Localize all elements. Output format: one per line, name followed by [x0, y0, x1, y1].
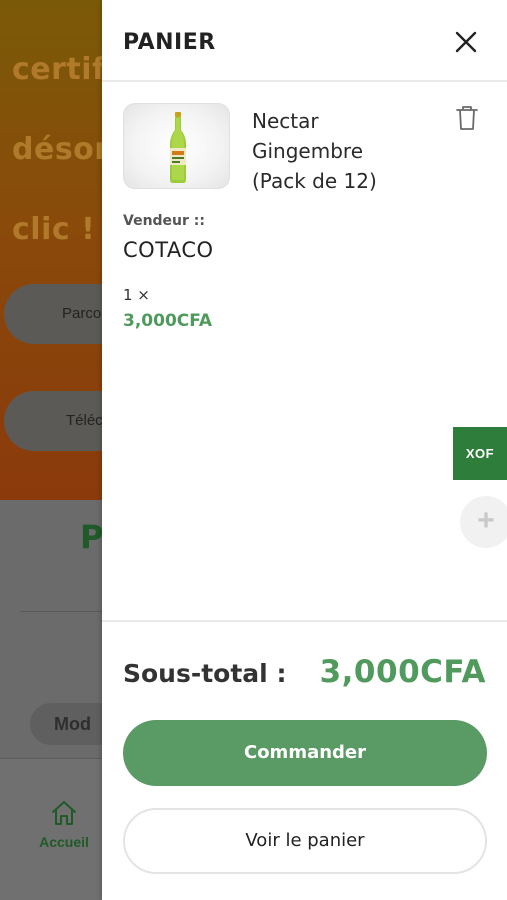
cart-footer: Sous-total : 3,000CFA Commander Voir le … — [102, 620, 507, 900]
nav-label-home: Accueil — [39, 834, 89, 850]
subtotal-value: 3,000CFA — [319, 654, 486, 690]
cart-header: PANIER — [102, 0, 507, 82]
trash-icon — [456, 106, 478, 130]
vendor-label: Vendeur :: — [123, 213, 205, 229]
close-icon — [455, 31, 477, 53]
nav-item-home: Accueil — [38, 800, 90, 850]
product-name[interactable]: Nectar Gingembre (Pack de 12) — [252, 106, 432, 196]
add-button[interactable]: + — [460, 496, 507, 548]
home-icon — [52, 801, 76, 825]
hero-text-line: désor — [12, 132, 110, 167]
product-name-line: Gingembre — [252, 139, 363, 163]
checkout-button[interactable]: Commander — [123, 720, 487, 786]
item-quantity: 1 × — [123, 286, 150, 304]
cart-title: PANIER — [123, 30, 216, 55]
remove-item-button[interactable] — [454, 104, 480, 132]
section-divider — [20, 611, 110, 612]
bottle-image — [170, 112, 186, 183]
close-button[interactable] — [452, 28, 480, 56]
product-name-line: (Pack de 12) — [252, 169, 377, 193]
product-name-line: Nectar — [252, 109, 319, 133]
currency-switcher[interactable]: XOF — [453, 427, 507, 480]
view-cart-button[interactable]: Voir le panier — [123, 808, 487, 874]
product-thumbnail[interactable] — [123, 103, 230, 189]
section-heading: P — [80, 518, 104, 556]
vendor-name: COTACO — [123, 238, 214, 262]
cart-drawer: PANIER Nectar Gingembre (Pack de 12) Ven… — [102, 0, 507, 900]
hero-text-line: clic ! — [12, 212, 96, 247]
hero-text-line: certif — [12, 52, 106, 87]
item-price: 3,000CFA — [123, 311, 213, 331]
subtotal-label: Sous-total : — [123, 659, 287, 688]
